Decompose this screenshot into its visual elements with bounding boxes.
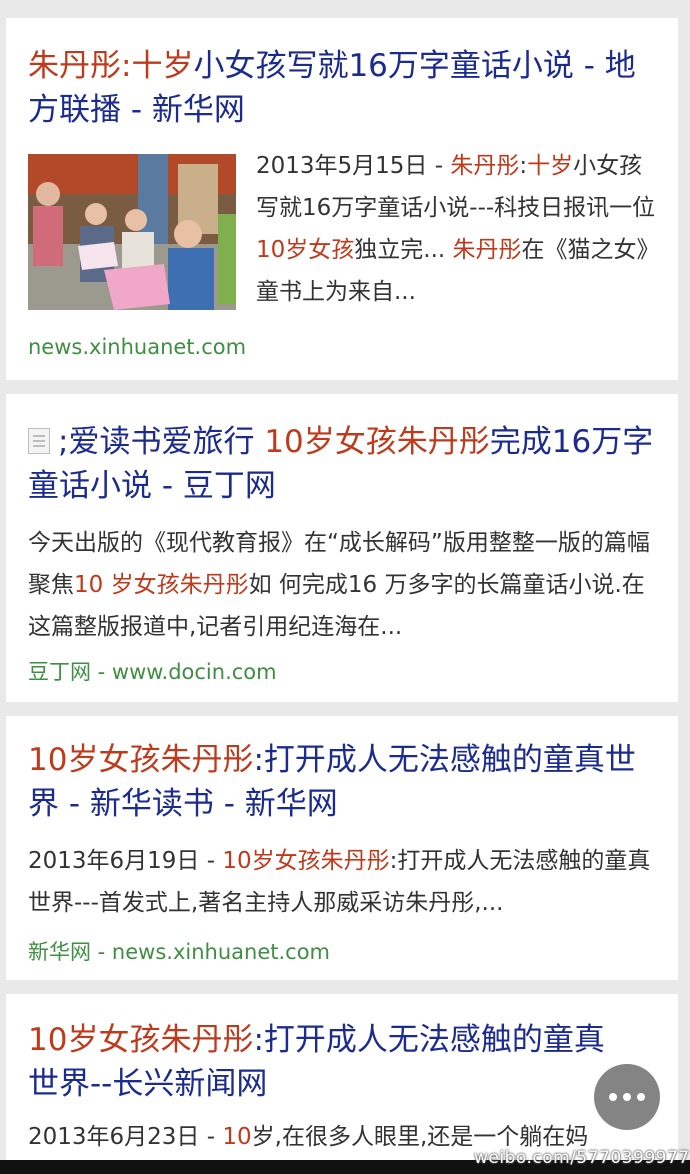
watermark: weibo.com/5770399977 xyxy=(474,1148,690,1168)
dot xyxy=(609,1093,617,1101)
title-separator: : xyxy=(121,48,132,84)
result-url[interactable]: 豆丁网 - www.docin.com xyxy=(28,656,277,686)
title-text: ;爱读书爱旅行 xyxy=(58,424,265,460)
result-thumbnail[interactable] xyxy=(28,154,236,310)
snippet-highlight: 10岁女孩朱丹彤 xyxy=(222,848,390,874)
result-card[interactable]: ;爱读书爱旅行 10岁女孩朱丹彤完成16万字童话小说 - 豆丁网 今天出版的《现… xyxy=(6,394,678,702)
result-title-link[interactable]: ;爱读书爱旅行 10岁女孩朱丹彤完成16万字童话小说 - 豆丁网 xyxy=(28,394,656,508)
more-icon[interactable] xyxy=(594,1064,660,1130)
snippet-highlight: 朱丹彤 xyxy=(450,153,520,179)
dot xyxy=(623,1093,631,1101)
snippet-separator: : xyxy=(519,153,528,179)
result-snippet: 2013年6月19日 - 10岁女孩朱丹彤:打开成人无法感触的童真世界---首发… xyxy=(28,840,656,924)
result-title-link[interactable]: 10岁女孩朱丹彤:打开成人无法感触的童真世界--长兴新闻网 xyxy=(28,994,656,1106)
url-text: - news.xinhuanet.com xyxy=(91,940,330,964)
title-highlight: 10岁女孩朱丹彤 xyxy=(28,742,254,778)
result-title-link[interactable]: 朱丹彤:十岁小女孩写就16万字童话小说 - 地方联播 - 新华网 xyxy=(28,18,656,132)
result-title-link[interactable]: 10岁女孩朱丹彤:打开成人无法感触的童真世界 - 新华读书 - 新华网 xyxy=(28,716,656,826)
title-highlight: 10岁女孩朱丹彤 xyxy=(28,1022,254,1058)
title-highlight: 朱丹彤 xyxy=(28,48,121,84)
url-text: news.xinhuanet.com xyxy=(28,335,247,359)
result-snippet: 2013年5月15日 - 朱丹彤:十岁小女孩写就16万字童话小说---科技日报讯… xyxy=(256,145,660,313)
snippet-text: 岁,在很多人眼里,还是一个躺在妈 xyxy=(251,1124,589,1150)
url-site-name: 新华网 xyxy=(28,940,91,964)
thumbnail-image xyxy=(28,154,236,310)
snippet-highlight: 10 xyxy=(222,1124,252,1150)
result-url[interactable]: 新华网 - news.xinhuanet.com xyxy=(28,936,330,966)
snippet-date: 2013年6月19日 - xyxy=(28,848,223,874)
snippet-date: 2013年6月23日 - xyxy=(28,1124,223,1150)
snippet-date: 2013年5月15日 - xyxy=(256,153,451,179)
result-snippet: 今天出版的《现代教育报》在“成长解码”版用整整一版的篇幅聚焦10 岁女孩朱丹彤如… xyxy=(28,522,656,648)
title-highlight: 十岁 xyxy=(131,48,194,84)
result-card[interactable]: 10岁女孩朱丹彤:打开成人无法感触的童真世界--长兴新闻网 2013年6月23日… xyxy=(6,994,678,1174)
snippet-highlight: 10 岁女孩朱丹彤 xyxy=(74,572,249,598)
url-text: - www.docin.com xyxy=(91,660,277,684)
dot xyxy=(637,1093,645,1101)
result-card[interactable]: 朱丹彤:十岁小女孩写就16万字童话小说 - 地方联播 - 新华网 2013年5月… xyxy=(6,18,678,380)
result-card[interactable]: 10岁女孩朱丹彤:打开成人无法感触的童真世界 - 新华读书 - 新华网 2013… xyxy=(6,716,678,980)
url-site-name: 豆丁网 xyxy=(28,660,91,684)
document-icon xyxy=(28,428,50,454)
result-url[interactable]: news.xinhuanet.com xyxy=(28,335,246,359)
snippet-highlight: 朱丹彤 xyxy=(452,237,522,263)
title-text: 小女孩 xyxy=(193,48,287,84)
snippet-highlight: 十岁 xyxy=(527,153,574,179)
snippet-text: 独立完... xyxy=(354,237,453,263)
snippet-highlight: 10岁女孩 xyxy=(256,237,355,263)
title-highlight: 10岁女孩朱丹彤 xyxy=(264,424,490,460)
